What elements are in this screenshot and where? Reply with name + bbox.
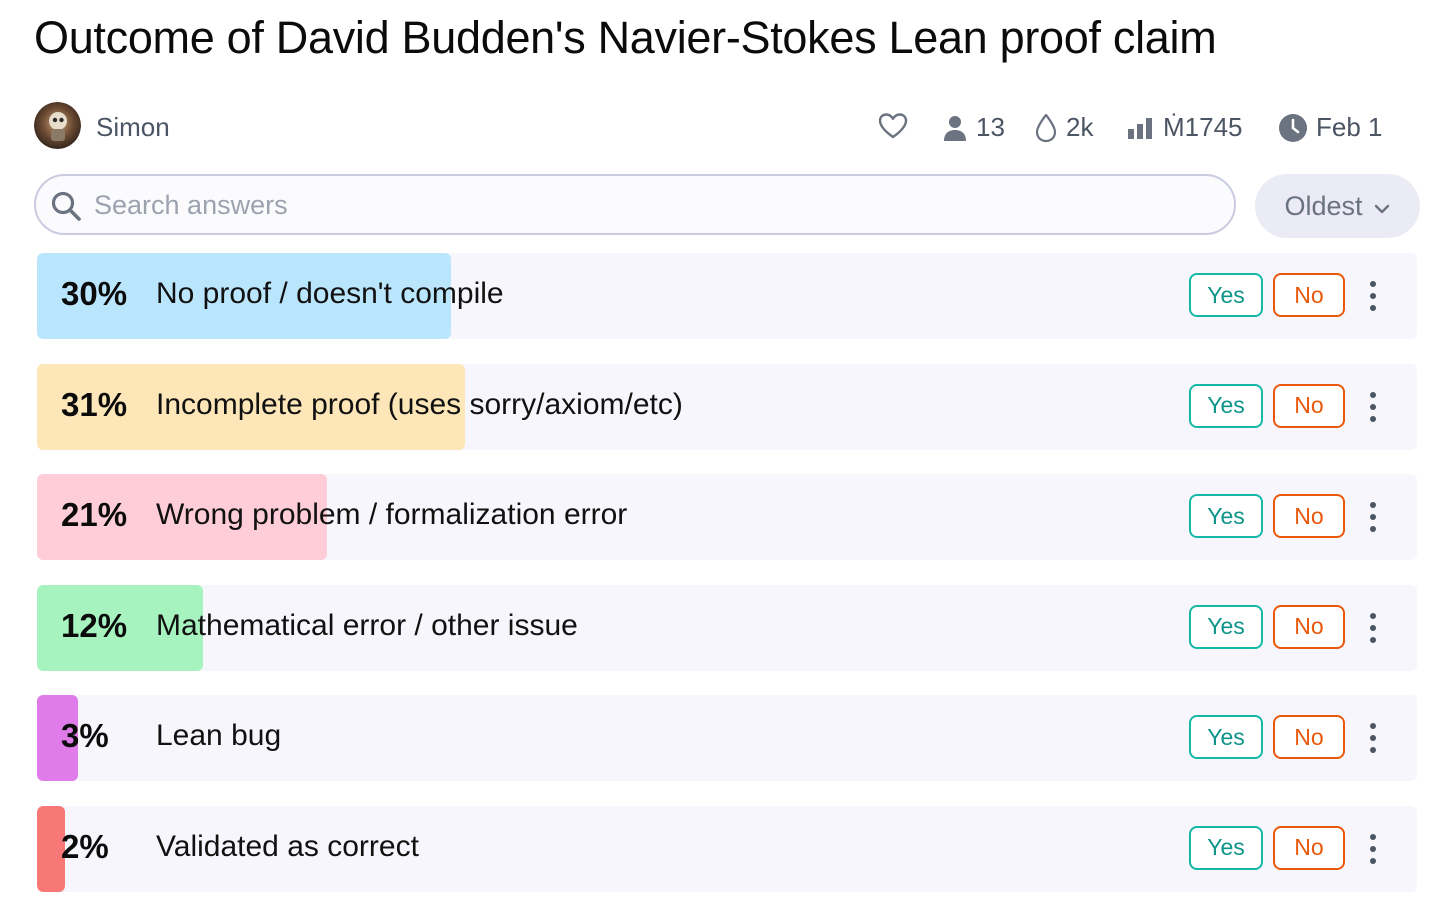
- more-options-icon[interactable]: [1361, 721, 1385, 755]
- answer-text: Validated as correct: [156, 829, 419, 863]
- more-options-icon[interactable]: [1361, 390, 1385, 424]
- no-button[interactable]: No: [1273, 825, 1345, 870]
- yes-button[interactable]: Yes: [1189, 825, 1263, 870]
- traders-stat: 13: [942, 112, 1005, 143]
- answer-row[interactable]: 3% Lean bug Yes No: [37, 695, 1417, 782]
- close-date-stat: Feb 1: [1278, 112, 1383, 143]
- page-title: Outcome of David Budden's Navier-Stokes …: [34, 12, 1217, 63]
- no-button[interactable]: No: [1273, 715, 1345, 760]
- traders-count: 13: [976, 112, 1005, 142]
- volume-stat: 2k: [1034, 112, 1093, 143]
- more-options-icon[interactable]: [1361, 500, 1385, 534]
- answer-row[interactable]: 30% No proof / doesn't compile Yes No: [37, 253, 1417, 339]
- droplet-icon: [1034, 113, 1058, 143]
- no-button[interactable]: No: [1273, 604, 1345, 649]
- answer-row[interactable]: 2% Validated as correct Yes No: [37, 805, 1417, 892]
- like-button[interactable]: [878, 112, 908, 140]
- more-options-icon[interactable]: [1361, 611, 1385, 645]
- answer-probability: 31%: [61, 385, 128, 423]
- search-icon: [50, 190, 82, 227]
- answer-probability: 2%: [61, 827, 109, 865]
- answer-row[interactable]: 12% Mathematical error / other issue Yes…: [37, 584, 1417, 671]
- answer-text: Mathematical error / other issue: [156, 608, 578, 642]
- answer-probability: 12%: [61, 606, 128, 644]
- more-options-icon[interactable]: [1361, 279, 1385, 313]
- avatar[interactable]: [34, 102, 81, 149]
- yes-button[interactable]: Yes: [1189, 715, 1263, 760]
- answer-text: Wrong problem / formalization error: [156, 498, 628, 532]
- liquidity-value: Ṁ1745: [1163, 112, 1243, 142]
- answer-row[interactable]: 21% Wrong problem / formalization error …: [37, 474, 1417, 561]
- market-page: Outcome of David Budden's Navier-Stokes …: [0, 0, 1456, 913]
- liquidity-stat: Ṁ1745: [1127, 112, 1243, 143]
- chevron-down-icon: [1373, 191, 1391, 222]
- answer-row[interactable]: 31% Incomplete proof (uses sorry/axiom/e…: [37, 363, 1417, 450]
- answer-text: Incomplete proof (uses sorry/axiom/etc): [156, 387, 683, 421]
- yes-button[interactable]: Yes: [1189, 273, 1263, 317]
- no-button[interactable]: No: [1273, 383, 1345, 428]
- sort-label: Oldest: [1284, 190, 1363, 221]
- answers-list: 30% No proof / doesn't compile Yes No 31…: [37, 253, 1417, 913]
- yes-button[interactable]: Yes: [1189, 383, 1263, 428]
- user-icon: [942, 114, 968, 142]
- answer-text: No proof / doesn't compile: [156, 277, 504, 310]
- sort-dropdown[interactable]: Oldest: [1255, 174, 1420, 238]
- search-input[interactable]: [92, 184, 1216, 226]
- heart-icon: [878, 112, 908, 140]
- answer-probability: 21%: [61, 496, 128, 534]
- market-meta-row: Simon 13 2k Ṁ1745 Feb 1: [34, 102, 1424, 152]
- no-button[interactable]: No: [1273, 494, 1345, 539]
- yes-button[interactable]: Yes: [1189, 604, 1263, 649]
- answer-probability: 3%: [61, 717, 109, 755]
- close-date: Feb 1: [1316, 112, 1383, 142]
- creator-name[interactable]: Simon: [96, 112, 170, 143]
- search-bar[interactable]: [34, 174, 1236, 235]
- yes-button[interactable]: Yes: [1189, 494, 1263, 539]
- answer-text: Lean bug: [156, 719, 282, 753]
- volume-value: 2k: [1066, 112, 1094, 142]
- clock-icon: [1278, 113, 1308, 143]
- no-button[interactable]: No: [1273, 273, 1345, 317]
- answer-probability: 30%: [61, 275, 128, 312]
- more-options-icon[interactable]: [1361, 832, 1385, 866]
- bar-chart-icon: [1127, 116, 1155, 140]
